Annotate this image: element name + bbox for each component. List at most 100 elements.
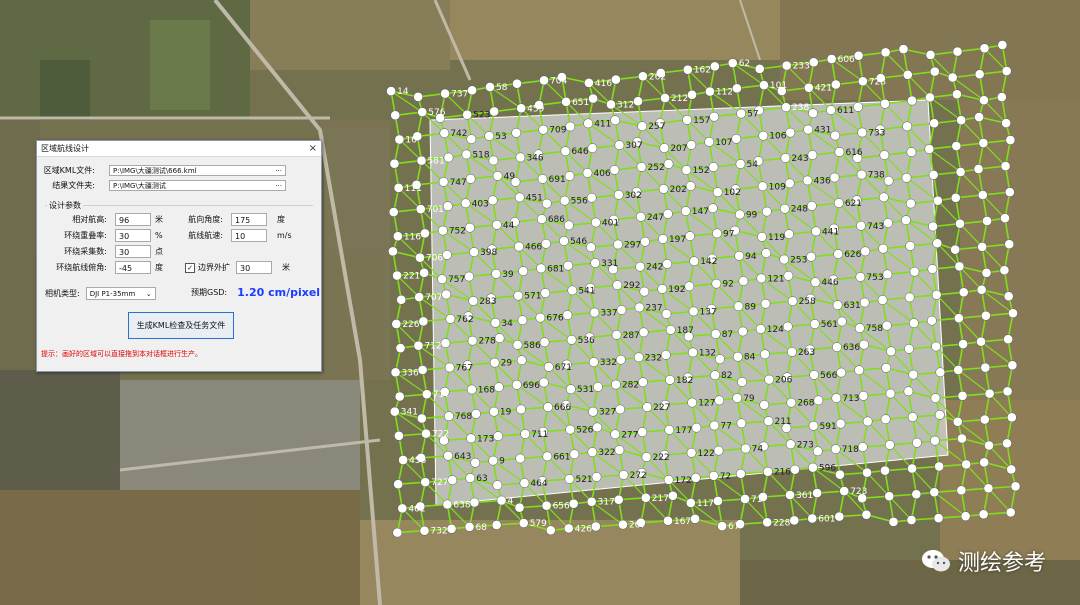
waypoint-marker[interactable] (952, 46, 963, 57)
pitch-input[interactable]: -45 (115, 261, 151, 274)
waypoint-marker[interactable] (560, 146, 571, 157)
waypoint-marker[interactable] (420, 477, 431, 488)
waypoint-marker[interactable] (540, 288, 551, 298)
waypoint-marker[interactable] (539, 75, 549, 86)
waypoint-marker[interactable] (519, 478, 530, 488)
waypoint-marker[interactable] (417, 365, 428, 375)
waypoint-marker[interactable] (1004, 239, 1015, 250)
waypoint-marker[interactable] (733, 351, 743, 362)
waypoint-marker[interactable] (978, 138, 989, 148)
altitude-input[interactable]: 96 (115, 213, 151, 226)
waypoint-marker[interactable] (977, 190, 988, 200)
waypoint-marker[interactable] (786, 397, 797, 408)
waypoint-marker[interactable] (518, 518, 529, 528)
waypoint-marker[interactable] (813, 395, 824, 406)
waypoint-marker[interactable] (901, 215, 911, 226)
waypoint-marker[interactable] (468, 296, 479, 306)
waypoint-marker[interactable] (634, 302, 645, 313)
waypoint-marker[interactable] (755, 324, 766, 334)
waypoint-marker[interactable] (954, 313, 964, 324)
waypoint-marker[interactable] (1005, 135, 1016, 145)
waypoint-marker[interactable] (928, 221, 938, 232)
waypoint-marker[interactable] (615, 404, 625, 415)
waypoint-marker[interactable] (636, 162, 647, 172)
waypoint-marker[interactable] (812, 488, 822, 498)
waypoint-marker[interactable] (757, 232, 767, 242)
waypoint-marker[interactable] (689, 256, 700, 267)
waypoint-marker[interactable] (618, 519, 628, 530)
waypoint-marker[interactable] (932, 238, 943, 249)
waypoint-marker[interactable] (807, 150, 818, 160)
waypoint-marker[interactable] (614, 445, 625, 455)
waypoint-marker[interactable] (704, 137, 715, 147)
waypoint-marker[interactable] (1010, 481, 1021, 492)
waypoint-marker[interactable] (1004, 187, 1015, 197)
waypoint-marker[interactable] (839, 486, 850, 496)
waypoint-marker[interactable] (832, 342, 842, 352)
waypoint-marker[interactable] (961, 459, 972, 470)
waypoint-marker[interactable] (390, 110, 401, 121)
waypoint-marker[interactable] (516, 103, 527, 114)
waypoint-marker[interactable] (537, 174, 548, 184)
waypoint-marker[interactable] (688, 306, 699, 317)
waypoint-marker[interactable] (977, 242, 988, 252)
waypoint-marker[interactable] (466, 433, 476, 444)
waypoint-marker[interactable] (885, 388, 896, 399)
waypoint-marker[interactable] (389, 406, 400, 417)
waypoint-marker[interactable] (860, 246, 871, 257)
waypoint-marker[interactable] (903, 386, 914, 397)
waypoint-marker[interactable] (392, 270, 402, 281)
waypoint-marker[interactable] (393, 183, 404, 193)
waypoint-marker[interactable] (470, 457, 481, 468)
waypoint-marker[interactable] (590, 258, 601, 268)
waypoint-marker[interactable] (462, 109, 473, 120)
waypoint-marker[interactable] (709, 420, 720, 431)
waypoint-marker[interactable] (663, 475, 674, 485)
waypoint-marker[interactable] (635, 211, 646, 222)
waypoint-marker[interactable] (714, 395, 725, 406)
waypoint-marker[interactable] (611, 74, 621, 85)
waypoint-marker[interactable] (979, 43, 990, 54)
waypoint-marker[interactable] (857, 76, 868, 87)
waypoint-marker[interactable] (782, 321, 793, 332)
waypoint-marker[interactable] (588, 406, 598, 417)
waypoint-marker[interactable] (489, 406, 499, 417)
waypoint-marker[interactable] (952, 89, 962, 100)
waypoint-marker[interactable] (658, 234, 668, 244)
waypoint-marker[interactable] (759, 400, 770, 410)
waypoint-marker[interactable] (564, 220, 574, 231)
waypoint-marker[interactable] (390, 367, 401, 378)
waypoint-marker[interactable] (488, 155, 499, 166)
waypoint-marker[interactable] (415, 204, 426, 214)
waypoint-marker[interactable] (830, 79, 841, 90)
waypoint-marker[interactable] (1000, 161, 1011, 171)
waypoint-marker[interactable] (660, 93, 670, 103)
waypoint-marker[interactable] (735, 159, 746, 169)
waypoint-marker[interactable] (810, 277, 821, 288)
waypoint-marker[interactable] (956, 115, 967, 126)
waypoint-marker[interactable] (854, 365, 865, 376)
waypoint-marker[interactable] (781, 60, 792, 71)
waypoint-marker[interactable] (826, 105, 836, 115)
waypoint-marker[interactable] (999, 265, 1010, 276)
waypoint-marker[interactable] (785, 127, 796, 138)
waypoint-marker[interactable] (740, 443, 751, 454)
waypoint-marker[interactable] (909, 318, 919, 329)
waypoint-marker[interactable] (906, 147, 917, 157)
dialog-titlebar[interactable]: 区域航线设计 × (37, 141, 321, 157)
waypoint-marker[interactable] (907, 95, 917, 106)
waypoint-marker[interactable] (609, 165, 620, 175)
waypoint-marker[interactable] (901, 172, 912, 183)
waypoint-marker[interactable] (981, 310, 991, 321)
waypoint-marker[interactable] (664, 425, 675, 435)
close-icon[interactable]: × (309, 143, 317, 154)
waypoint-marker[interactable] (808, 57, 819, 68)
waypoint-marker[interactable] (388, 207, 399, 217)
waypoint-marker[interactable] (511, 127, 522, 138)
waypoint-marker[interactable] (760, 298, 771, 309)
waypoint-marker[interactable] (543, 362, 554, 372)
waypoint-marker[interactable] (833, 249, 844, 259)
waypoint-marker[interactable] (877, 295, 888, 305)
waypoint-marker[interactable] (388, 246, 398, 257)
waypoint-marker[interactable] (437, 225, 448, 236)
